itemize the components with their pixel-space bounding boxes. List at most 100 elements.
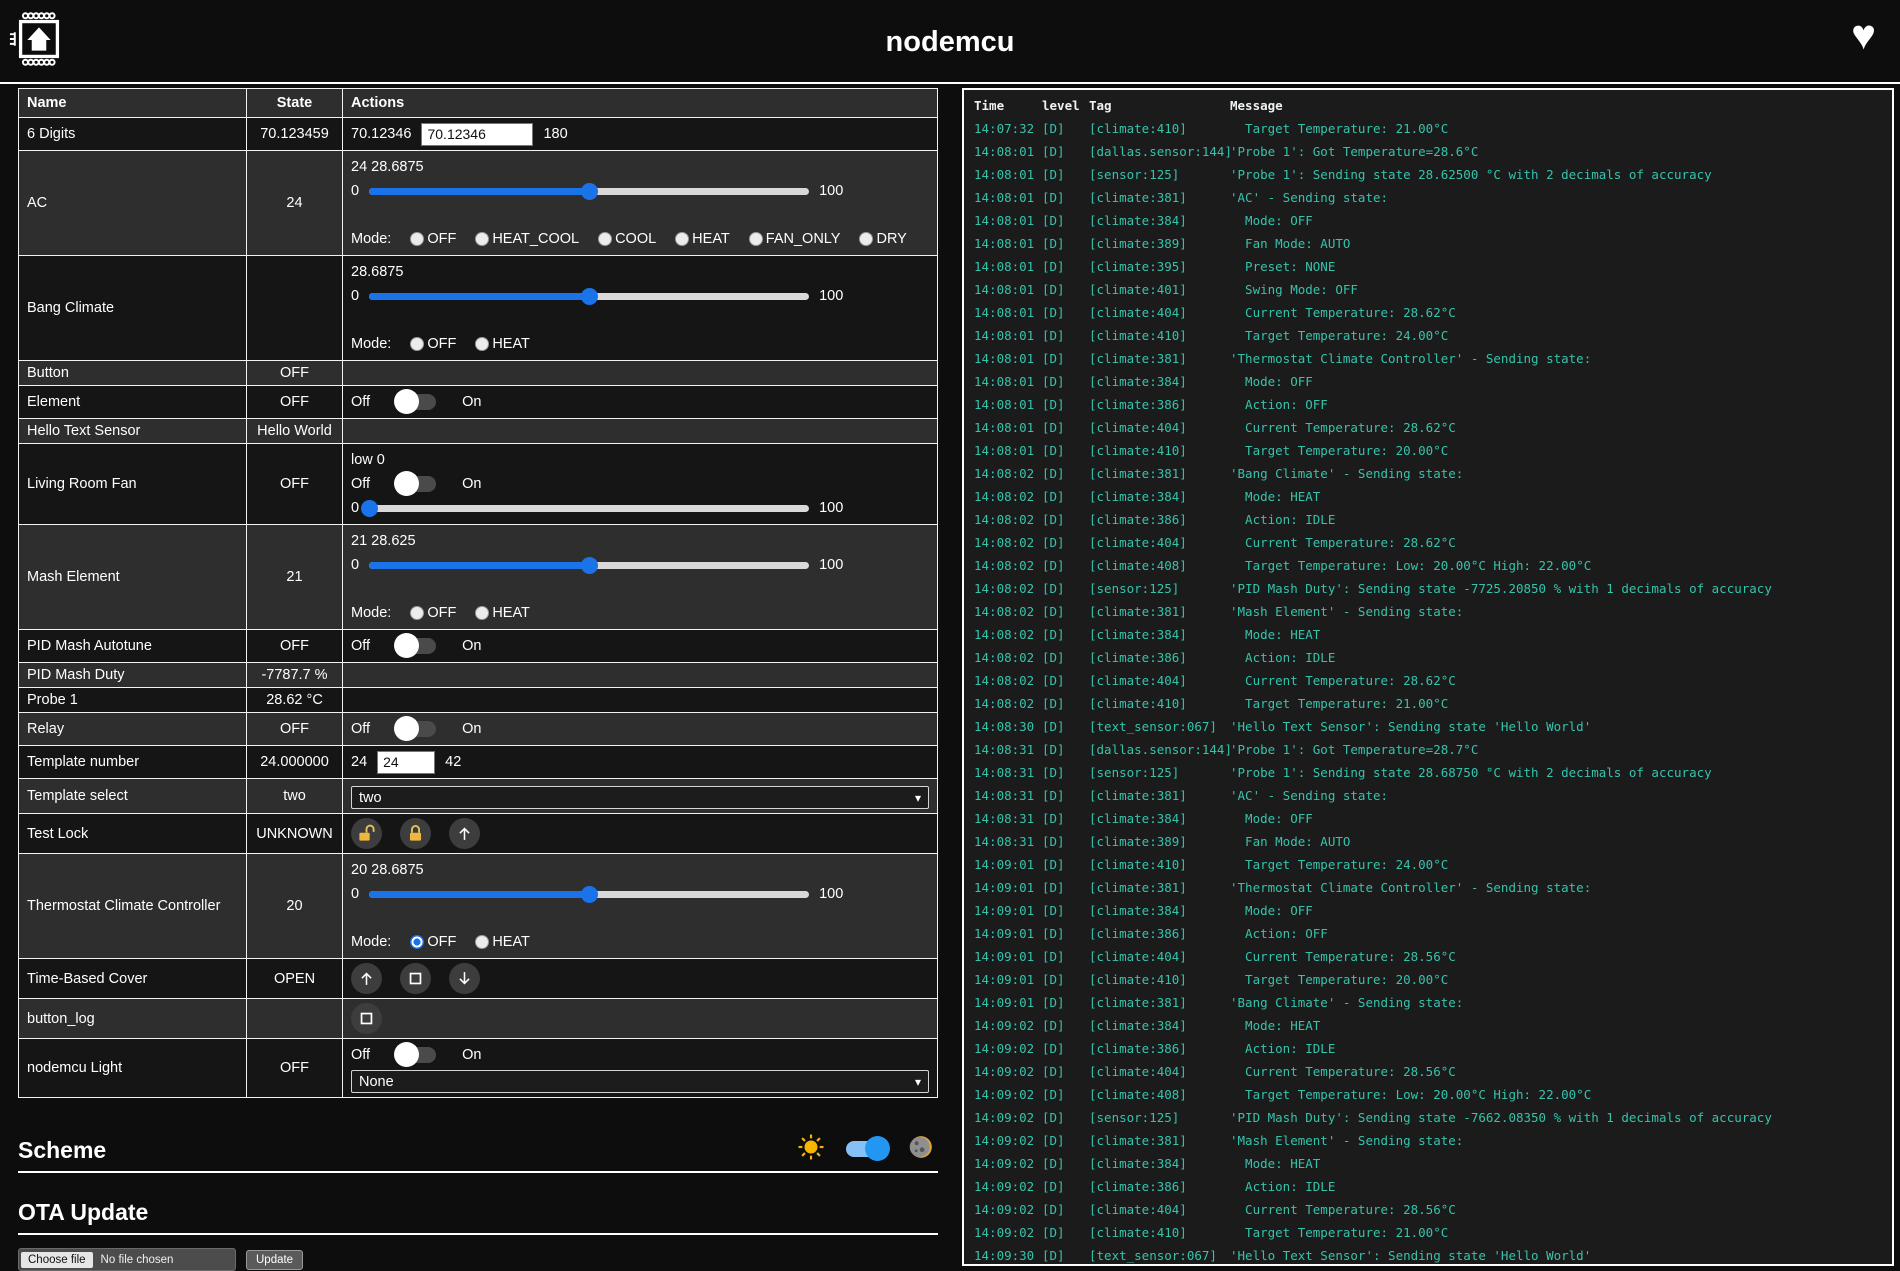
log-message: 'Hello Text Sensor': Sending state 'Hell…	[1230, 715, 1892, 738]
choose-file-button[interactable]: Choose file	[21, 1252, 93, 1268]
mode-radio-off[interactable]: OFF	[410, 231, 456, 247]
entity-actions	[343, 814, 938, 854]
slider-thumb[interactable]	[581, 183, 598, 200]
entity-name: 6 Digits	[19, 118, 247, 151]
toggle-on-label: On	[462, 721, 481, 737]
toggle-switch[interactable]	[396, 721, 436, 737]
log-tag: [climate:381]	[1089, 784, 1230, 807]
slider-thumb[interactable]	[361, 500, 378, 517]
toggle-knob[interactable]	[394, 633, 419, 658]
slider-thumb[interactable]	[581, 886, 598, 903]
table-row: 6 Digits70.12345970.12346180	[19, 118, 938, 151]
mode-radio-heat_cool[interactable]: HEAT_COOL	[475, 231, 579, 247]
scheme-toggle[interactable]	[846, 1141, 886, 1157]
toggle-knob[interactable]	[394, 716, 419, 741]
toggle-knob[interactable]	[394, 471, 419, 496]
log-level: [D]	[1042, 968, 1089, 991]
log-panel[interactable]: TimelevelTagMessage 14:07:32[D][climate:…	[962, 88, 1894, 1266]
slider[interactable]	[369, 505, 809, 512]
arrow-up-button[interactable]	[449, 818, 480, 849]
radio-icon[interactable]	[475, 337, 489, 351]
entity-name: Template select	[19, 779, 247, 814]
lock-open-button[interactable]	[351, 818, 382, 849]
page-title: nodemcu	[0, 26, 1900, 59]
log-tag: [dallas.sensor:144]	[1089, 140, 1230, 163]
stop-square-button[interactable]	[400, 963, 431, 994]
radio-icon[interactable]	[475, 232, 489, 246]
log-row: 14:09:02[D][climate:386] Action: IDLE	[974, 1037, 1892, 1060]
log-row: 14:08:31[D][dallas.sensor:144]'Probe 1':…	[974, 738, 1892, 761]
log-row: 14:08:02[D][climate:384] Mode: HEAT	[974, 623, 1892, 646]
log-level: [D]	[1042, 324, 1089, 347]
entity-name: nodemcu Light	[19, 1039, 247, 1098]
radio-icon[interactable]	[410, 935, 424, 949]
log-time: 14:09:02	[974, 1014, 1042, 1037]
entity-name: Button	[19, 361, 247, 386]
radio-icon[interactable]	[675, 232, 689, 246]
log-time: 14:08:02	[974, 623, 1042, 646]
radio-icon[interactable]	[475, 606, 489, 620]
mode-radio-heat[interactable]: HEAT	[475, 336, 530, 352]
arrow-up-button[interactable]	[351, 963, 382, 994]
arrow-down-button[interactable]	[449, 963, 480, 994]
mode-radio-off[interactable]: OFF	[410, 605, 456, 621]
log-time: 14:09:01	[974, 968, 1042, 991]
stop-square-button[interactable]	[351, 1003, 382, 1034]
log-row: 14:08:02[D][climate:386] Action: IDLE	[974, 508, 1892, 531]
entity-actions	[343, 361, 938, 386]
log-time: 14:08:31	[974, 807, 1042, 830]
mode-radio-heat[interactable]: HEAT	[475, 934, 530, 950]
log-time: 14:08:02	[974, 508, 1042, 531]
log-header: TimelevelTagMessage	[974, 94, 1892, 117]
radio-icon[interactable]	[598, 232, 612, 246]
toggle-on-label: On	[462, 1047, 481, 1063]
mode-radio-dry[interactable]: DRY	[859, 231, 906, 247]
log-message: 'AC' - Sending state:	[1230, 784, 1892, 807]
update-button[interactable]: Update	[246, 1250, 303, 1270]
mode-radio-heat[interactable]: HEAT	[675, 231, 730, 247]
entity-actions: Off On None▾	[343, 1039, 938, 1098]
radio-icon[interactable]	[410, 606, 424, 620]
table-row: PID Mash Duty-7787.7 %	[19, 663, 938, 688]
toggle-switch[interactable]	[396, 638, 436, 654]
number-input[interactable]	[421, 123, 533, 146]
mode-option-label: HEAT	[492, 934, 530, 950]
radio-icon[interactable]	[475, 935, 489, 949]
toggle-off-label: Off	[351, 1047, 370, 1063]
mode-radio-fan_only[interactable]: FAN_ONLY	[749, 231, 841, 247]
select-dropdown[interactable]: None▾	[351, 1070, 929, 1093]
toggle-knob[interactable]	[394, 389, 419, 414]
slider-thumb[interactable]	[581, 288, 598, 305]
mode-radio-heat[interactable]: HEAT	[475, 605, 530, 621]
toggle-switch[interactable]	[396, 394, 436, 410]
mode-label: Mode:	[351, 605, 391, 621]
lock-closed-button[interactable]	[400, 818, 431, 849]
log-time: 14:09:02	[974, 1152, 1042, 1175]
slider[interactable]	[369, 293, 809, 300]
slider[interactable]	[369, 891, 809, 898]
radio-icon[interactable]	[749, 232, 763, 246]
mode-radio-cool[interactable]: COOL	[598, 231, 656, 247]
mode-option-label: OFF	[427, 934, 456, 950]
radio-icon[interactable]	[410, 232, 424, 246]
log-tag: [climate:408]	[1089, 1083, 1230, 1106]
mode-radio-off[interactable]: OFF	[410, 934, 456, 950]
log-message: Target Temperature: 20.00°C	[1230, 439, 1892, 462]
log-row: 14:09:02[D][climate:404] Current Tempera…	[974, 1198, 1892, 1221]
mode-radio-off[interactable]: OFF	[410, 336, 456, 352]
toggle-switch[interactable]	[396, 1047, 436, 1063]
number-input[interactable]	[377, 751, 435, 774]
toggle-knob[interactable]	[394, 1042, 419, 1067]
firmware-file-input[interactable]: Choose file No file chosen	[18, 1248, 236, 1271]
log-level: [D]	[1042, 347, 1089, 370]
slider-thumb[interactable]	[581, 557, 598, 574]
radio-icon[interactable]	[410, 337, 424, 351]
radio-icon[interactable]	[859, 232, 873, 246]
slider[interactable]	[369, 188, 809, 195]
select-dropdown[interactable]: two▾	[351, 786, 929, 809]
slider[interactable]	[369, 562, 809, 569]
log-time: 14:08:31	[974, 761, 1042, 784]
toggle-switch[interactable]	[396, 476, 436, 492]
log-time: 14:08:01	[974, 186, 1042, 209]
log-tag: [climate:410]	[1089, 117, 1230, 140]
